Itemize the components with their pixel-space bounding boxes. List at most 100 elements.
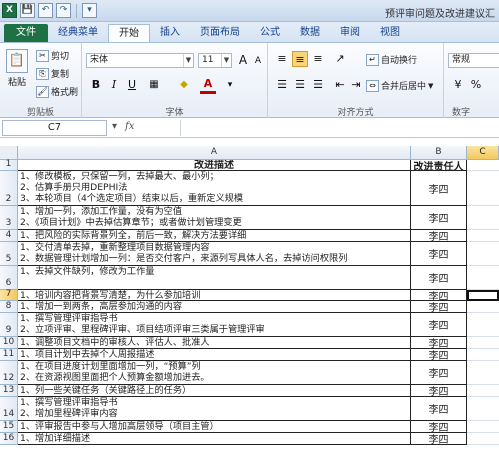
row-header[interactable]: 2 [0,171,18,206]
cell-empty[interactable] [467,397,499,421]
cell-empty[interactable] [467,349,499,361]
cell-empty[interactable] [467,385,499,397]
font-name-select[interactable]: 宋体 ▼ [86,53,194,68]
format-painter-button[interactable]: 🖌 格式刷 [36,85,78,98]
save-icon[interactable]: 💾 [20,3,35,18]
orientation-icon[interactable]: ↗ [332,51,348,67]
cell-owner[interactable]: 李四 [411,301,467,314]
cell-empty[interactable] [467,230,499,242]
row-header[interactable]: 13 [0,385,18,397]
align-bottom-icon[interactable]: ≡ [310,51,326,67]
row-header[interactable]: 4 [0,230,18,242]
tab-view[interactable]: 视图 [370,24,410,42]
chevron-down-icon[interactable]: ▾ [112,120,117,136]
merge-center-button[interactable]: ⇔ 合并后居中 ▼ [366,79,433,92]
tab-home[interactable]: 开始 [108,24,150,42]
row-header[interactable]: 11 [0,349,18,361]
align-right-icon[interactable]: ☰ [310,77,326,93]
cell-empty[interactable] [467,266,499,290]
wrap-text-button[interactable]: ↵ 自动换行 [366,53,417,66]
tab-review[interactable]: 审阅 [330,24,370,42]
row-header[interactable]: 6 [0,266,18,290]
cell-description[interactable]: 1、培训内容把背景写清楚，为什么参加培训 [18,290,411,301]
row-header[interactable]: 14 [0,397,18,421]
cell-description[interactable]: 1、项目计划中去掉个人周报描述 [18,349,411,361]
cell-description[interactable]: 1、列一些关键任务（关键路径上的任务） [18,385,411,397]
cell-description[interactable]: 1、把风险的实际背景列全，前后一致，解决方法要详细 [18,230,411,242]
row-header[interactable]: 7 [0,289,18,301]
font-color-button[interactable]: A [200,77,216,94]
cell-description[interactable]: 1、撰写管理评审指导书 2、增加里程碑评审内容 [18,397,411,421]
align-center-icon[interactable]: ☰ [292,77,308,93]
cell-empty[interactable] [467,337,499,349]
customize-qat-icon[interactable]: ▾ [82,3,97,18]
cell-empty[interactable] [467,421,499,433]
cell-description[interactable]: 1、增加详细描述 [18,433,411,445]
paste-button[interactable]: 📋 粘贴 [4,49,30,88]
cell-description[interactable]: 1、增加一列，添加工作量，没有为空值 2、《项目计划》中去掉估算章节；或者做计划… [18,206,411,230]
excel-logo-icon[interactable]: X [2,3,17,18]
cell-empty[interactable] [467,242,499,266]
cell-description[interactable]: 1、增加一到两条，高层参加沟通的内容 [18,301,411,313]
cell-description[interactable]: 1、交付清单去掉，重新整理项目数据管理内容 2、数据管理计划增加一列：是否交付客… [18,242,411,266]
cell-owner[interactable]: 李四 [411,433,467,446]
cell-owner[interactable]: 李四 [411,230,467,243]
tab-file[interactable]: 文件 [4,24,48,42]
currency-icon[interactable]: ¥ [450,77,466,93]
cell-owner[interactable]: 李四 [411,349,467,362]
row-header[interactable]: 8 [0,301,18,313]
row-header[interactable]: 1 [0,159,18,171]
row-header[interactable]: 9 [0,313,18,337]
header-cell-description[interactable]: 改进描述 [18,160,411,171]
undo-icon[interactable]: ↶ [38,3,53,18]
tab-classic-menu[interactable]: 经典菜单 [48,24,108,42]
cut-button[interactable]: ✂ 剪切 [36,49,69,62]
cell-description[interactable]: 1、调整项目文档中的审核人、评估人、批准人 [18,337,411,349]
decrease-indent-icon[interactable]: ⇤ [332,77,348,93]
align-middle-icon[interactable]: ≡ [292,51,308,67]
header-cell-owner[interactable]: 改进责任人 [411,160,467,173]
cell-empty[interactable] [467,171,499,206]
number-format-select[interactable]: 常规 [448,53,499,68]
copy-button[interactable]: ⎘ 复制 [36,67,69,80]
cell-empty[interactable] [467,313,499,337]
name-box[interactable]: C7 [2,120,107,136]
borders-icon[interactable]: ▦ [146,77,162,93]
cell-description[interactable]: 1、撰写管理评审指导书 2、立项评审、里程碑评审、项目结项评审三类属于管理评审 [18,313,411,337]
font-size-select[interactable]: 11 ▼ [198,53,232,68]
row-header[interactable]: 5 [0,242,18,266]
cell-empty[interactable] [467,160,499,171]
cell-empty[interactable] [467,206,499,230]
cell-description[interactable]: 1、修改模板，只保留一列，去掉最大、最小列； 2、估算手册只用DEPHI法 3、… [18,171,411,206]
redo-icon[interactable]: ↷ [56,3,71,18]
cell-description[interactable]: 1、评审报告中参与人增加高层领导（项目主管） [18,421,411,433]
formula-input[interactable] [180,120,499,136]
tab-page-layout[interactable]: 页面布局 [190,24,250,42]
phonetic-icon[interactable]: ▾ [222,77,238,93]
italic-button[interactable]: I [106,77,122,93]
cell-owner[interactable]: 李四 [411,385,467,398]
cell-owner[interactable]: 李四 [411,266,467,290]
cell-empty[interactable] [467,361,499,385]
cell-owner[interactable]: 李四 [411,397,467,421]
select-all-corner[interactable] [0,146,18,160]
column-header-a[interactable]: A [18,146,411,160]
tab-data[interactable]: 数据 [290,24,330,42]
tab-insert[interactable]: 插入 [150,24,190,42]
cell-owner[interactable]: 李四 [411,171,467,206]
fill-color-icon[interactable]: ◆ [176,77,192,93]
cell-description[interactable]: 1、去掉文件缺列，修改为工作量 [18,266,411,290]
cell-owner[interactable]: 李四 [411,313,467,337]
row-header[interactable]: 10 [0,337,18,349]
row-header[interactable]: 3 [0,206,18,230]
row-header[interactable]: 15 [0,421,18,433]
cell-empty[interactable] [467,301,499,313]
grow-font-button[interactable]: A [235,52,251,68]
underline-button[interactable]: U [124,77,140,93]
insert-function-icon[interactable]: fx [125,120,134,136]
increase-indent-icon[interactable]: ⇥ [348,77,364,93]
cell-empty[interactable] [467,433,499,445]
tab-formulas[interactable]: 公式 [250,24,290,42]
align-top-icon[interactable]: ≡ [274,51,290,67]
cell-owner[interactable]: 李四 [411,361,467,385]
